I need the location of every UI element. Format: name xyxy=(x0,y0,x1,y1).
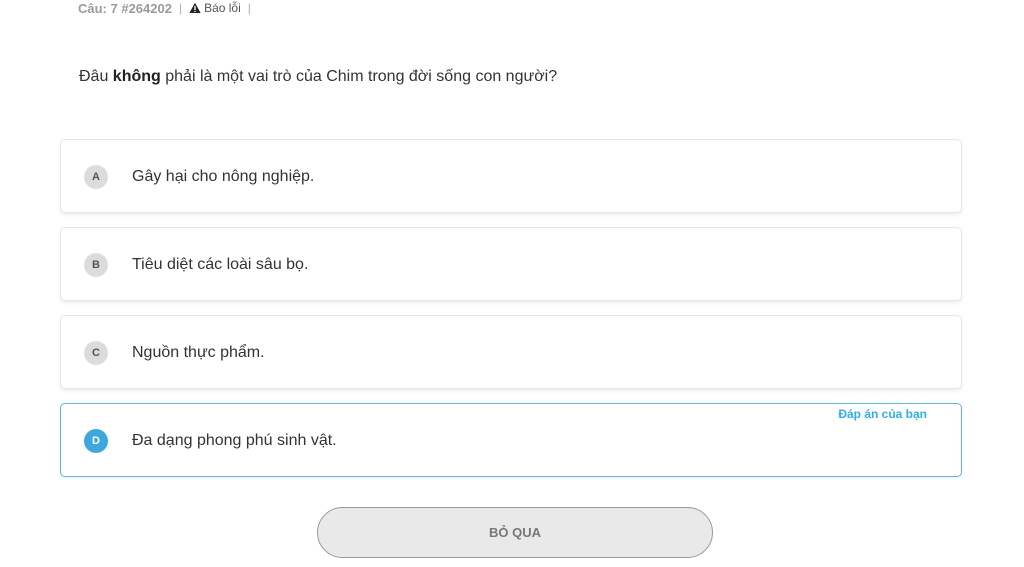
quiz-page: Câu: 7 #264202 | Báo lỗi | Đâu không phả… xyxy=(0,0,1024,567)
option-text: Đa dạng phong phú sinh vật. xyxy=(132,432,337,449)
option-letter-badge: D xyxy=(84,429,108,453)
answer-option-a[interactable]: A Gây hại cho nông nghiệp. xyxy=(60,139,962,213)
option-text: Gây hại cho nông nghiệp. xyxy=(132,168,315,185)
question-suffix: phải là một vai trò của Chim trong đời s… xyxy=(160,68,558,85)
report-error-label: Báo lỗi xyxy=(204,1,241,15)
report-error-link[interactable]: Báo lỗi xyxy=(189,1,241,15)
question-emphasis: không xyxy=(112,68,161,85)
option-letter-badge: C xyxy=(84,341,108,365)
warning-icon xyxy=(189,2,201,14)
option-text: Nguồn thực phẩm. xyxy=(132,344,265,361)
option-letter-badge: A xyxy=(84,165,108,189)
option-text: Tiêu diệt các loài sâu bọ. xyxy=(132,256,309,273)
answer-option-c[interactable]: C Nguồn thực phẩm. xyxy=(60,315,962,389)
question-prefix: Đâu xyxy=(79,68,113,85)
meta-separator: | xyxy=(178,1,183,15)
answer-option-b[interactable]: B Tiêu diệt các loài sâu bọ. xyxy=(60,227,962,301)
question-number: Câu: 7 #264202 xyxy=(78,0,172,16)
answer-option-d[interactable]: Đáp án của bạn D Đa dạng phong phú sinh … xyxy=(60,403,962,477)
meta-separator-end: | xyxy=(247,1,251,15)
your-answer-label: Đáp án của bạn xyxy=(838,407,927,421)
skip-button[interactable]: BỎ QUA xyxy=(317,507,713,558)
question-meta: Câu: 7 #264202 | Báo lỗi | xyxy=(78,0,258,16)
question-text: Đâu không phải là một vai trò của Chim t… xyxy=(79,66,557,88)
option-letter-badge: B xyxy=(84,253,108,277)
